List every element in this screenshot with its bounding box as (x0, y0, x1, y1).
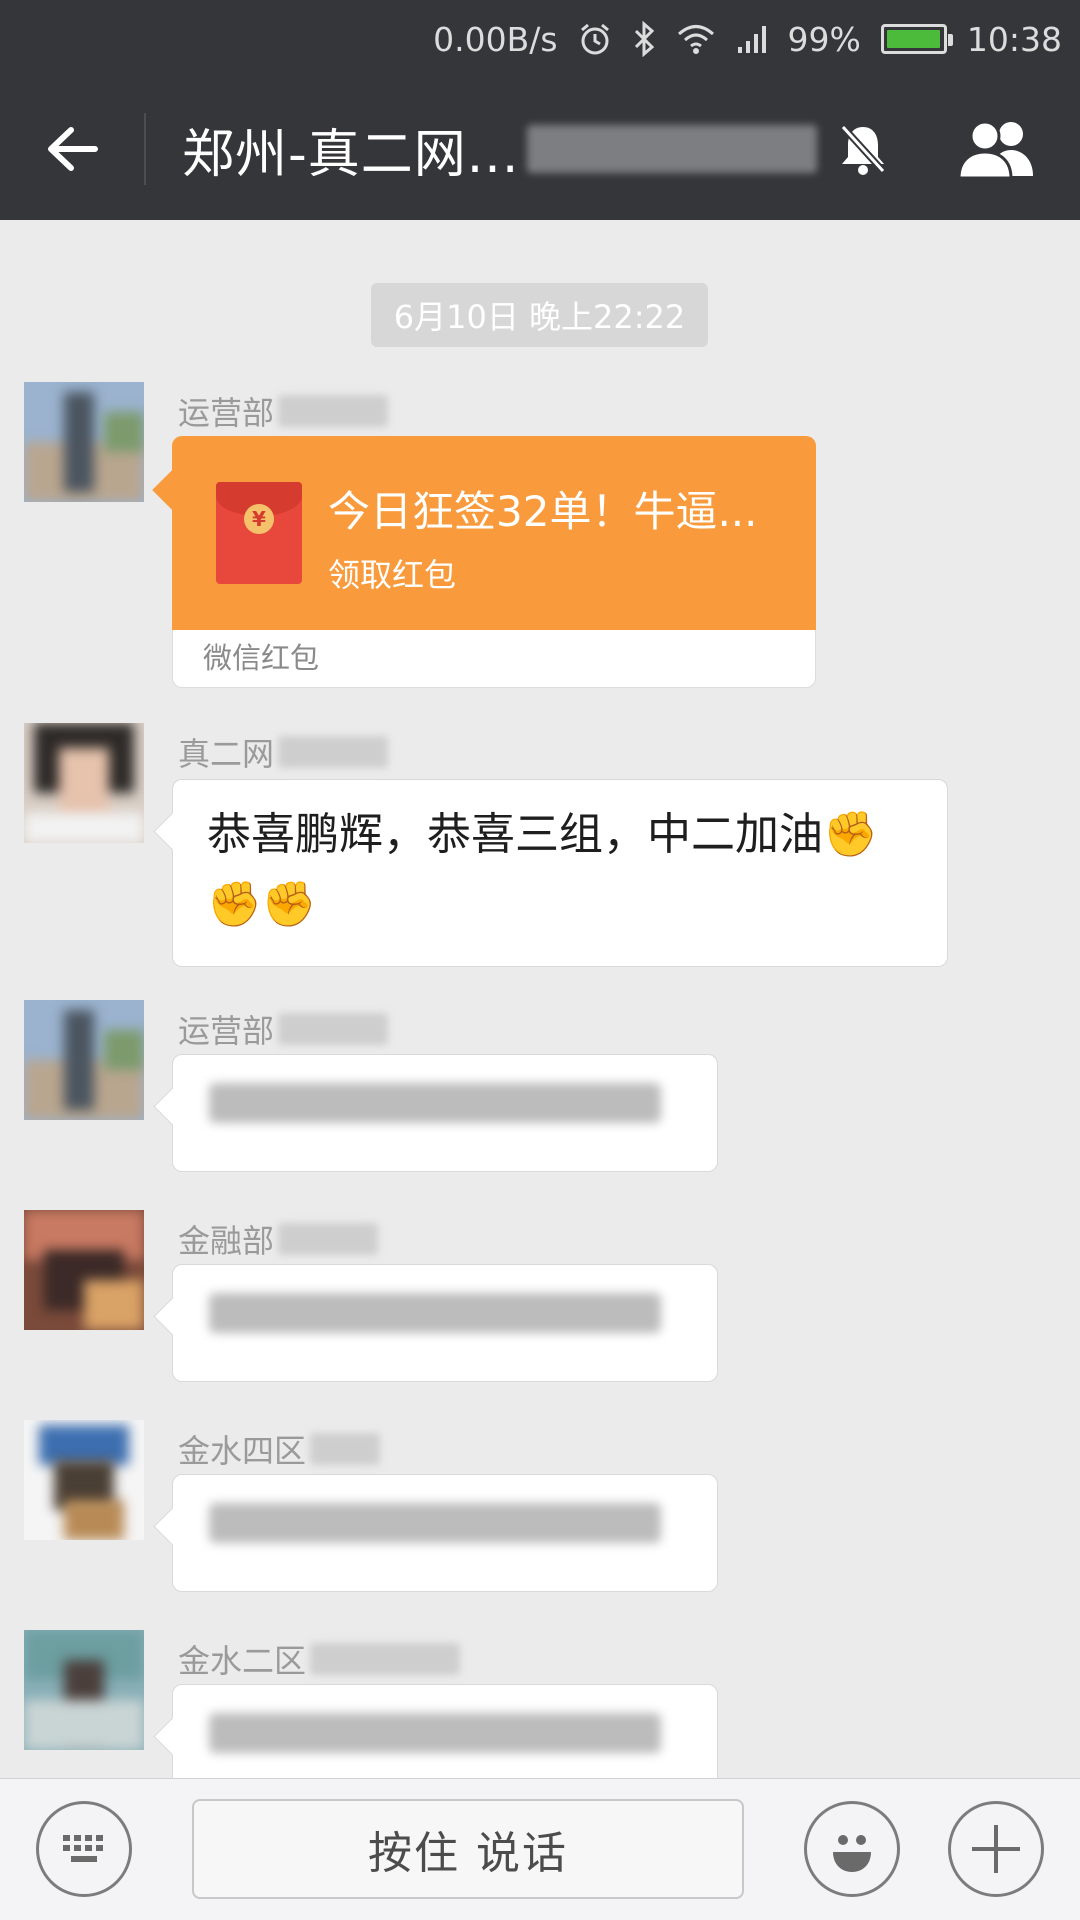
chat-title[interactable]: 郑州-真二网... (182, 112, 818, 187)
sender-name-text: 真二网 (178, 735, 275, 773)
plus-icon (972, 1825, 1020, 1873)
keyboard-toggle-button[interactable] (36, 1801, 132, 1897)
redacted-title (527, 125, 818, 173)
redacted-name (278, 1013, 389, 1045)
sender-name-text: 运营部 (178, 394, 275, 432)
avatar[interactable] (24, 1210, 144, 1330)
red-packet-title: 今日狂签32单！牛逼... (328, 487, 758, 536)
message-bubble[interactable] (172, 1264, 718, 1382)
more-button[interactable] (948, 1801, 1044, 1897)
hold-to-talk-button[interactable]: 按住 说话 (192, 1799, 744, 1899)
redacted-message (209, 1083, 661, 1123)
alarm-icon (578, 22, 612, 56)
message-text-content: 恭喜鹏辉，恭喜三组，中二加油 (207, 809, 823, 860)
redacted-name (278, 1223, 379, 1255)
clock: 10:38 (966, 19, 1062, 59)
emoji-icon (833, 1835, 871, 1872)
sender-name: 运营部 (178, 388, 389, 434)
message-bubble[interactable]: 恭喜鹏辉，恭喜三组，中二加油✊ ✊✊ (172, 779, 948, 967)
group-members-button[interactable] (952, 104, 1042, 194)
red-envelope-icon: ¥ (216, 482, 302, 584)
redacted-message (209, 1503, 661, 1543)
avatar[interactable] (24, 1420, 144, 1540)
keyboard-icon (63, 1835, 103, 1862)
fist-emoji: ✊ (207, 879, 262, 930)
redacted-name (310, 1433, 381, 1465)
wifi-icon (676, 23, 716, 55)
back-button[interactable] (0, 78, 144, 220)
avatar[interactable] (24, 723, 144, 843)
coin-icon: ¥ (244, 504, 274, 534)
sender-name: 运营部 (178, 1006, 389, 1052)
back-arrow-icon (48, 127, 98, 171)
chat-header: 郑州-真二网... (0, 78, 1080, 220)
sender-name-text: 运营部 (178, 1012, 275, 1050)
mute-bell-icon (840, 124, 886, 175)
message-text: 恭喜鹏辉，恭喜三组，中二加油✊ ✊✊ (173, 780, 947, 960)
fist-emoji: ✊ (261, 879, 317, 930)
sender-name-text: 金水二区 (178, 1642, 307, 1680)
bluetooth-icon (632, 21, 656, 57)
input-bar: 按住 说话 (0, 1778, 1080, 1920)
chat-title-text: 郑州-真二网... (182, 124, 520, 185)
network-speed: 0.00B/s (433, 19, 558, 59)
signal-icon (736, 23, 768, 55)
sender-name-text: 金水四区 (178, 1432, 307, 1470)
group-members-icon (957, 120, 1033, 180)
redacted-name (278, 395, 389, 427)
battery-icon (880, 24, 953, 54)
sender-name-text: 金融部 (178, 1222, 275, 1260)
message-bubble[interactable] (172, 1054, 718, 1172)
message-bubble[interactable] (172, 1474, 718, 1592)
sender-name: 金水四区 (178, 1426, 381, 1472)
emoji-button[interactable] (804, 1801, 900, 1897)
header-divider (144, 113, 146, 185)
redacted-name (278, 736, 389, 768)
redacted-message (209, 1293, 661, 1333)
avatar[interactable] (24, 382, 144, 502)
status-bar: 0.00B/s 99% 10:38 (0, 0, 1080, 78)
avatar[interactable] (24, 1630, 144, 1750)
redacted-name (310, 1643, 461, 1675)
red-packet-footer: 微信红包 (172, 630, 816, 688)
timestamp: 6月10日 晚上22:22 (371, 283, 708, 347)
red-packet-action: 领取红包 (328, 556, 457, 594)
sender-name: 金水二区 (178, 1636, 461, 1682)
sender-name: 真二网 (178, 729, 389, 775)
battery-percent: 99% (787, 19, 861, 59)
redacted-message (209, 1713, 661, 1753)
message-bubble[interactable] (172, 1684, 718, 1778)
fist-emoji: ✊ (823, 809, 878, 860)
mute-bell-button[interactable] (818, 104, 908, 194)
red-packet[interactable]: ¥ 今日狂签32单！牛逼... 领取红包 微信红包 (172, 436, 816, 688)
avatar[interactable] (24, 1000, 144, 1120)
message-list[interactable]: 6月10日 晚上22:22 运营部 ¥ 今日狂签32单！牛逼... 领取红包 微… (0, 220, 1080, 1778)
battery-level (886, 30, 941, 48)
sender-name: 金融部 (178, 1216, 379, 1262)
